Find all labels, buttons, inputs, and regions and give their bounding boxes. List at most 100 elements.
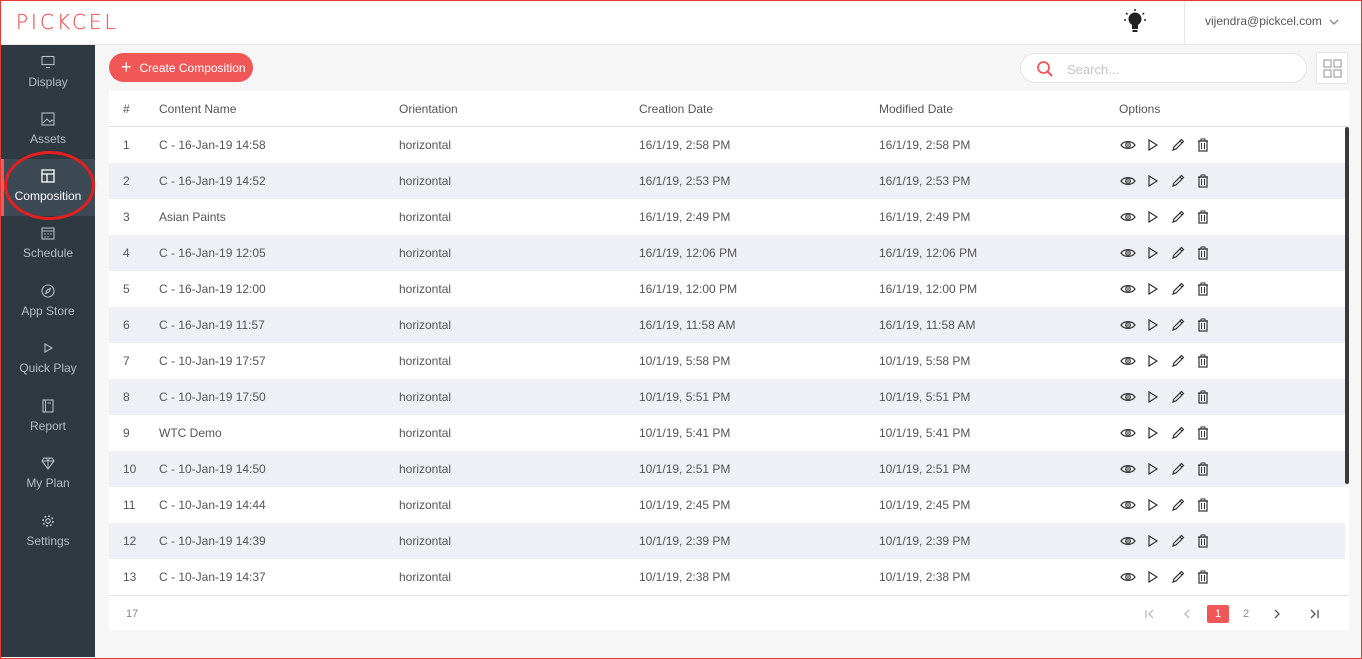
preview-eye-icon[interactable] bbox=[1120, 317, 1136, 333]
edit-pencil-icon[interactable] bbox=[1170, 137, 1186, 153]
sidebar-item-assets[interactable]: Assets bbox=[1, 102, 95, 159]
play-icon[interactable] bbox=[1145, 389, 1161, 405]
preview-eye-icon[interactable] bbox=[1120, 137, 1136, 153]
column-header-creation-date[interactable]: Creation Date bbox=[639, 91, 713, 127]
play-icon[interactable] bbox=[1145, 461, 1161, 477]
delete-trash-icon[interactable] bbox=[1195, 137, 1211, 153]
content-name[interactable]: C - 10-Jan-19 17:57 bbox=[159, 343, 266, 379]
chevron-down-icon[interactable] bbox=[1328, 16, 1340, 28]
table-row[interactable]: 2 C - 16-Jan-19 14:52 horizontal 16/1/19, 2… bbox=[109, 163, 1345, 199]
create-composition-button[interactable]: + Create Composition bbox=[109, 53, 253, 82]
delete-trash-icon[interactable] bbox=[1195, 353, 1211, 369]
user-email[interactable]: vijendra@pickcel.com bbox=[1205, 14, 1322, 28]
column-header-modified-date[interactable]: Modified Date bbox=[879, 91, 953, 127]
edit-pencil-icon[interactable] bbox=[1170, 533, 1186, 549]
preview-eye-icon[interactable] bbox=[1120, 425, 1136, 441]
last-page-button[interactable] bbox=[1303, 605, 1325, 623]
preview-eye-icon[interactable] bbox=[1120, 389, 1136, 405]
delete-trash-icon[interactable] bbox=[1195, 209, 1211, 225]
play-icon[interactable] bbox=[1145, 137, 1161, 153]
sidebar-item-display[interactable]: Display bbox=[1, 45, 95, 102]
column-header-orientation[interactable]: Orientation bbox=[399, 91, 458, 127]
preview-eye-icon[interactable] bbox=[1120, 461, 1136, 477]
sidebar-item-report[interactable]: Report bbox=[1, 389, 95, 446]
edit-pencil-icon[interactable] bbox=[1170, 425, 1186, 441]
table-row[interactable]: 3 Asian Paints horizontal 16/1/19, 2:49 PM 1… bbox=[109, 199, 1345, 235]
content-name[interactable]: WTC Demo bbox=[159, 415, 222, 451]
grid-view-button[interactable] bbox=[1316, 52, 1348, 84]
edit-pencil-icon[interactable] bbox=[1170, 245, 1186, 261]
content-name[interactable]: C - 16-Jan-19 14:52 bbox=[159, 163, 266, 199]
delete-trash-icon[interactable] bbox=[1195, 317, 1211, 333]
content-name[interactable]: C - 10-Jan-19 14:37 bbox=[159, 559, 266, 595]
preview-eye-icon[interactable] bbox=[1120, 497, 1136, 513]
play-icon[interactable] bbox=[1145, 533, 1161, 549]
page-button-1[interactable]: 1 bbox=[1207, 605, 1229, 623]
sidebar-item-my-plan[interactable]: My Plan bbox=[1, 446, 95, 503]
play-icon[interactable] bbox=[1145, 497, 1161, 513]
table-row[interactable]: 1 C - 16-Jan-19 14:58 horizontal 16/1/19, 2… bbox=[109, 127, 1345, 163]
delete-trash-icon[interactable] bbox=[1195, 533, 1211, 549]
sidebar-item-app-store[interactable]: App Store bbox=[1, 274, 95, 331]
edit-pencil-icon[interactable] bbox=[1170, 173, 1186, 189]
content-name[interactable]: Asian Paints bbox=[159, 199, 226, 235]
preview-eye-icon[interactable] bbox=[1120, 353, 1136, 369]
content-name[interactable]: C - 10-Jan-19 14:50 bbox=[159, 451, 266, 487]
play-icon[interactable] bbox=[1145, 353, 1161, 369]
edit-pencil-icon[interactable] bbox=[1170, 281, 1186, 297]
delete-trash-icon[interactable] bbox=[1195, 173, 1211, 189]
preview-eye-icon[interactable] bbox=[1120, 281, 1136, 297]
table-row[interactable]: 8 C - 10-Jan-19 17:50 horizontal 10/1/19, 5… bbox=[109, 379, 1345, 415]
delete-trash-icon[interactable] bbox=[1195, 569, 1211, 585]
delete-trash-icon[interactable] bbox=[1195, 497, 1211, 513]
next-page-button[interactable] bbox=[1266, 605, 1288, 623]
table-row[interactable]: 6 C - 16-Jan-19 11:57 horizontal 16/1/19, 1… bbox=[109, 307, 1345, 343]
delete-trash-icon[interactable] bbox=[1195, 389, 1211, 405]
play-icon[interactable] bbox=[1145, 281, 1161, 297]
first-page-button[interactable] bbox=[1139, 605, 1161, 623]
content-name[interactable]: C - 16-Jan-19 11:57 bbox=[159, 307, 265, 343]
table-row[interactable]: 9 WTC Demo horizontal 10/1/19, 5:41 PM 10/1/… bbox=[109, 415, 1345, 451]
play-icon[interactable] bbox=[1145, 245, 1161, 261]
content-name[interactable]: C - 16-Jan-19 12:00 bbox=[159, 271, 266, 307]
preview-eye-icon[interactable] bbox=[1120, 533, 1136, 549]
scrollbar[interactable] bbox=[1345, 127, 1349, 484]
table-row[interactable]: 7 C - 10-Jan-19 17:57 horizontal 10/1/19, 5… bbox=[109, 343, 1345, 379]
sidebar-item-schedule[interactable]: Schedule bbox=[1, 216, 95, 273]
sidebar-item-settings[interactable]: Settings bbox=[1, 504, 95, 561]
table-row[interactable]: 10 C - 10-Jan-19 14:50 horizontal 10/1/19, … bbox=[109, 451, 1345, 487]
play-icon[interactable] bbox=[1145, 317, 1161, 333]
play-icon[interactable] bbox=[1145, 173, 1161, 189]
delete-trash-icon[interactable] bbox=[1195, 281, 1211, 297]
preview-eye-icon[interactable] bbox=[1120, 569, 1136, 585]
page-button-2[interactable]: 2 bbox=[1235, 605, 1257, 623]
table-row[interactable]: 11 C - 10-Jan-19 14:44 horizontal 10/1/19, … bbox=[109, 487, 1345, 523]
edit-pencil-icon[interactable] bbox=[1170, 389, 1186, 405]
sidebar-item-quick-play[interactable]: Quick Play bbox=[1, 331, 95, 388]
column-header-content-name[interactable]: Content Name bbox=[159, 91, 236, 127]
play-icon[interactable] bbox=[1145, 209, 1161, 225]
play-icon[interactable] bbox=[1145, 569, 1161, 585]
edit-pencil-icon[interactable] bbox=[1170, 317, 1186, 333]
lightbulb-icon[interactable] bbox=[1124, 9, 1146, 35]
content-name[interactable]: C - 16-Jan-19 12:05 bbox=[159, 235, 266, 271]
preview-eye-icon[interactable] bbox=[1120, 209, 1136, 225]
table-row[interactable]: 4 C - 16-Jan-19 12:05 horizontal 16/1/19, 1… bbox=[109, 235, 1345, 271]
edit-pencil-icon[interactable] bbox=[1170, 497, 1186, 513]
table-row[interactable]: 5 C - 16-Jan-19 12:00 horizontal 16/1/19, 1… bbox=[109, 271, 1345, 307]
content-name[interactable]: C - 16-Jan-19 14:58 bbox=[159, 127, 266, 163]
edit-pencil-icon[interactable] bbox=[1170, 209, 1186, 225]
column-header-number[interactable]: # bbox=[123, 91, 130, 127]
search-icon[interactable] bbox=[1036, 60, 1054, 78]
content-name[interactable]: C - 10-Jan-19 14:44 bbox=[159, 487, 266, 523]
preview-eye-icon[interactable] bbox=[1120, 173, 1136, 189]
prev-page-button[interactable] bbox=[1176, 605, 1198, 623]
sidebar-item-composition[interactable]: Composition bbox=[1, 159, 95, 216]
table-row[interactable]: 13 C - 10-Jan-19 14:37 horizontal 10/1/19, … bbox=[109, 559, 1345, 595]
search-input[interactable] bbox=[1067, 60, 1287, 78]
table-row[interactable]: 12 C - 10-Jan-19 14:39 horizontal 10/1/19, … bbox=[109, 523, 1345, 559]
delete-trash-icon[interactable] bbox=[1195, 461, 1211, 477]
edit-pencil-icon[interactable] bbox=[1170, 569, 1186, 585]
edit-pencil-icon[interactable] bbox=[1170, 461, 1186, 477]
content-name[interactable]: C - 10-Jan-19 17:50 bbox=[159, 379, 266, 415]
